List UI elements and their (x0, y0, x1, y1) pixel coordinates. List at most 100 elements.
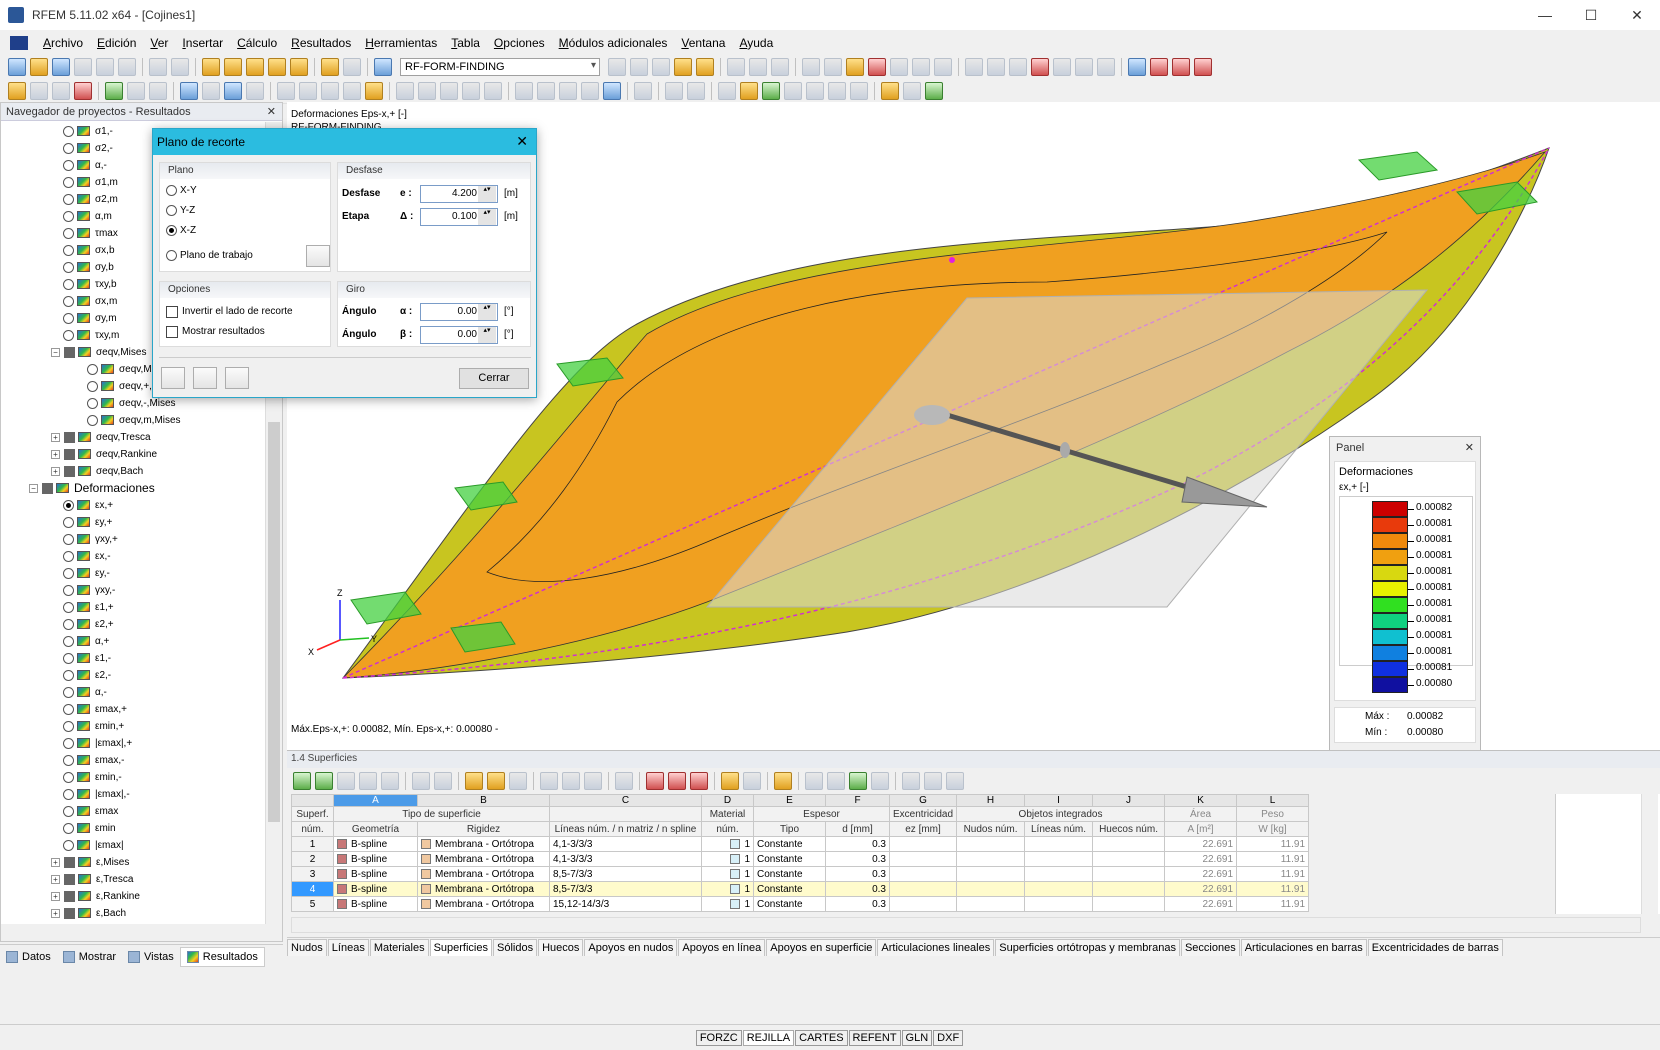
visibility-icon[interactable] (762, 81, 780, 100)
tree-item[interactable]: α,+ (63, 633, 109, 649)
result-radio[interactable] (63, 210, 74, 222)
draw-line-icon[interactable] (30, 81, 48, 100)
cell-eccentricity[interactable] (888, 896, 958, 912)
dlubal-logo-icon[interactable] (10, 36, 28, 50)
tree-item[interactable]: τxy,m (63, 327, 119, 343)
cell-stiffness[interactable]: Membrana - Ortótropa (417, 851, 550, 867)
tree-item[interactable]: ε1,+ (63, 599, 114, 615)
tab-superficies[interactable]: Superficies (429, 939, 492, 956)
node-icon[interactable] (965, 57, 983, 76)
result-display-icon[interactable] (925, 81, 943, 100)
view-y-icon[interactable] (537, 81, 555, 100)
cell-stiffness[interactable]: Membrana - Ortótropa (417, 836, 550, 852)
table-view-icon[interactable] (774, 772, 792, 790)
wireframe-icon[interactable] (634, 81, 652, 100)
edit-icon[interactable] (202, 57, 220, 76)
tree-item[interactable]: γxy,- (63, 582, 115, 598)
cell-area[interactable]: 22.691 (1164, 866, 1238, 882)
sections-icon[interactable] (749, 57, 767, 76)
radio-xz[interactable]: X-Z (166, 225, 196, 236)
col-i[interactable]: I (1024, 794, 1094, 807)
select-icon[interactable] (268, 57, 286, 76)
result-radio[interactable] (63, 686, 74, 698)
result-radio[interactable] (87, 397, 98, 409)
row-number[interactable]: 2 (291, 851, 334, 867)
tab-mostrar[interactable]: Mostrar (57, 947, 122, 967)
cell-thickness-type[interactable]: Constante (753, 896, 826, 912)
tree-item[interactable]: + σeqv,Rankine (51, 446, 157, 462)
mesh-icon[interactable] (824, 57, 842, 76)
table-columns-icon[interactable] (721, 772, 739, 790)
result-radio[interactable] (63, 278, 74, 290)
solid-icon[interactable] (149, 81, 167, 100)
menu-calculo[interactable]: Cálculo (230, 36, 284, 50)
pdf-icon[interactable] (1172, 57, 1190, 76)
collapse-icon[interactable]: − (29, 483, 38, 493)
tree-item[interactable]: |εmax|,+ (63, 735, 132, 751)
table-rows-icon[interactable] (743, 772, 761, 790)
status-forzc[interactable]: FORZC (695, 1029, 742, 1046)
cell-material[interactable]: 1 (701, 896, 754, 912)
result-radio[interactable] (63, 839, 74, 851)
move-icon[interactable] (202, 81, 220, 100)
row-number[interactable]: 5 (291, 896, 334, 912)
group-checkbox[interactable] (64, 465, 75, 477)
table-prev-icon[interactable] (412, 772, 430, 790)
table-undo-icon[interactable] (465, 772, 483, 790)
result-radio[interactable] (63, 295, 74, 307)
load-icon[interactable] (74, 81, 92, 100)
tree-item[interactable]: + ε,Bach (51, 905, 126, 921)
cell-area[interactable]: 22.691 (1164, 836, 1238, 852)
expand-icon[interactable]: + (51, 874, 60, 884)
tree-item[interactable]: σy,m (63, 310, 117, 326)
cell-thickness[interactable]: 0.3 (825, 881, 890, 897)
radio-work-plane[interactable]: Plano de trabajo (166, 250, 253, 261)
cell-thickness[interactable]: 0.3 (825, 896, 890, 912)
col-f[interactable]: F (825, 794, 890, 807)
menu-edicion[interactable]: Edición (90, 36, 143, 50)
redo-icon[interactable] (171, 57, 189, 76)
table-delete-icon[interactable] (337, 772, 355, 790)
cell-lines[interactable]: 15,12-14/3/3 (549, 896, 702, 912)
expand-icon[interactable]: + (51, 449, 60, 459)
help-icon[interactable] (161, 367, 185, 389)
cell-geometry[interactable]: B-spline (333, 866, 418, 882)
tab-excentricidades-de-barras[interactable]: Excentricidades de barras (1367, 939, 1503, 956)
tree-item[interactable]: + ε,Tresca (51, 871, 133, 887)
result-table-icon[interactable] (881, 81, 899, 100)
tree-item[interactable]: + ε,Mises (51, 854, 129, 870)
view-perspective-icon[interactable] (603, 81, 621, 100)
group-checkbox[interactable] (64, 873, 75, 885)
cell-nodes[interactable] (956, 851, 1026, 867)
tree-item[interactable]: σ1,- (63, 123, 113, 139)
group-checkbox[interactable] (64, 431, 75, 443)
cell-weight[interactable]: 11.91 (1236, 881, 1310, 897)
cell-geometry[interactable]: B-spline (333, 851, 418, 867)
cell-eccentricity[interactable] (888, 881, 958, 897)
table-filter-icon[interactable] (381, 772, 399, 790)
menu-archivo[interactable]: Archivo (36, 36, 90, 50)
result-radio[interactable] (63, 312, 74, 324)
invert-checkbox[interactable] (166, 306, 178, 318)
animation-icon[interactable] (771, 57, 789, 76)
support-icon[interactable] (1009, 57, 1027, 76)
cell-area[interactable]: 22.691 (1164, 851, 1238, 867)
tree-item[interactable]: σ2,m (63, 191, 118, 207)
copy-icon[interactable] (224, 81, 242, 100)
tree-item[interactable]: + σeqv,Bach (51, 463, 143, 479)
tree-item[interactable]: γxy,+ (63, 531, 118, 547)
cell-area[interactable]: 22.691 (1164, 881, 1238, 897)
cell-openings[interactable] (1092, 896, 1166, 912)
cell-openings[interactable] (1092, 866, 1166, 882)
status-refent[interactable]: REFENT (848, 1029, 901, 1046)
table-sort-icon[interactable] (359, 772, 377, 790)
col-c[interactable]: C (549, 794, 702, 807)
cell-material[interactable]: 1 (701, 881, 754, 897)
tree-item[interactable]: α,- (63, 157, 107, 173)
table-icon[interactable] (321, 57, 339, 76)
table-clear-icon[interactable] (615, 772, 633, 790)
xy-plane-icon[interactable] (180, 81, 198, 100)
tree-item[interactable]: ε2,- (63, 667, 111, 683)
tree-item[interactable]: ε1,- (63, 650, 111, 666)
col-b[interactable]: B (417, 794, 550, 807)
